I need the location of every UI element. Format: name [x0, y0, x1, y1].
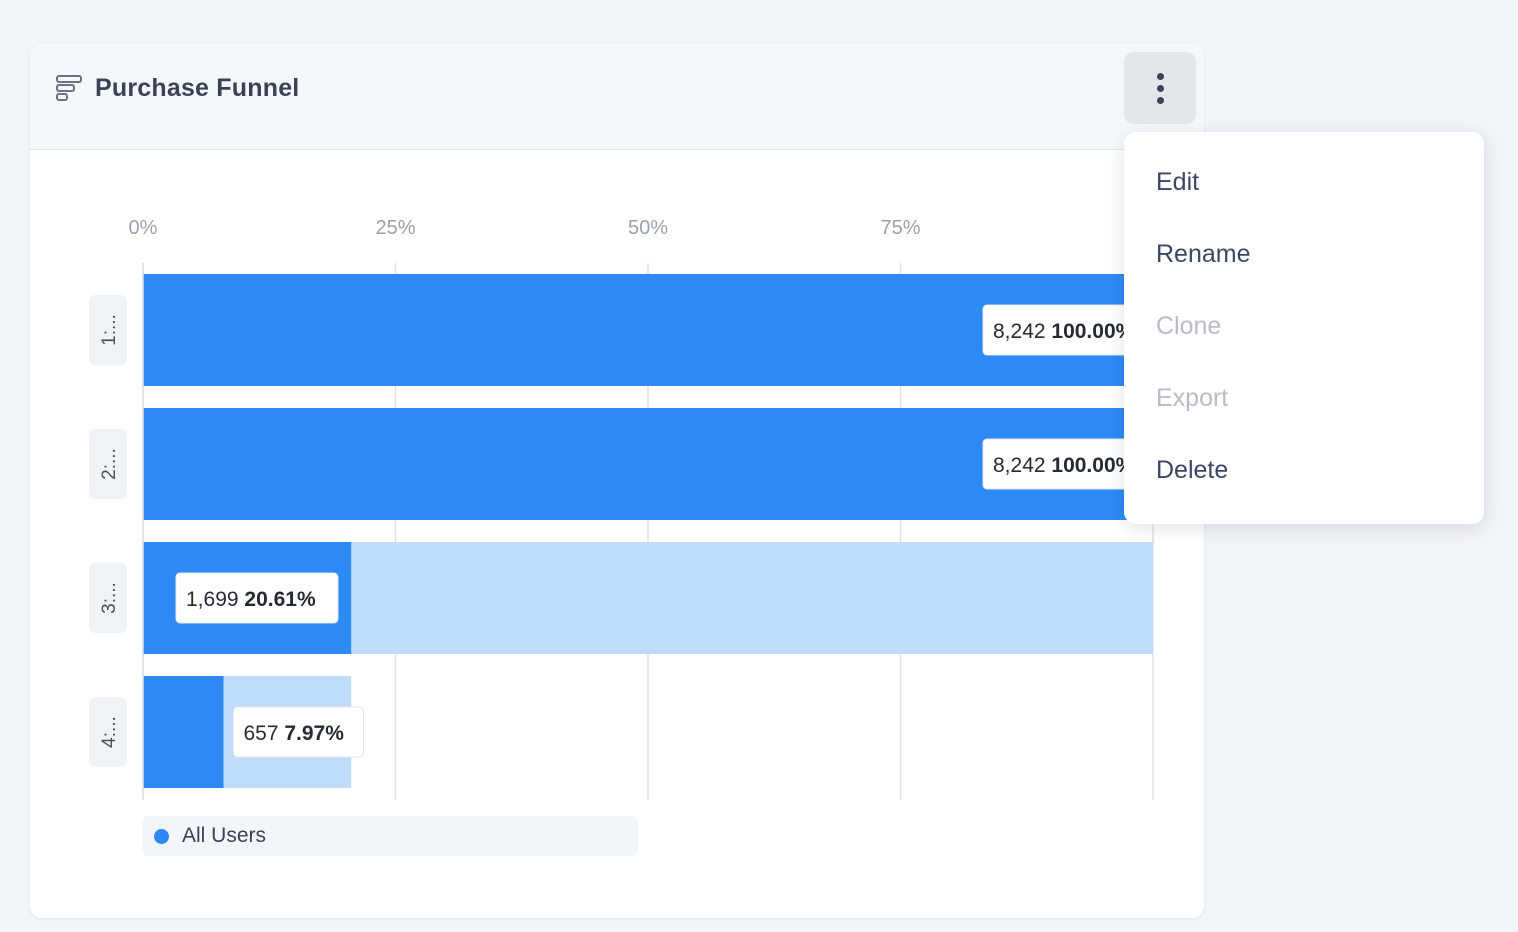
- menu-item-delete[interactable]: Delete: [1156, 454, 1228, 486]
- legend[interactable]: All Users: [142, 816, 638, 856]
- x-tick-label: 0%: [129, 217, 158, 239]
- value-percent: 100.00%: [1051, 454, 1134, 477]
- more-vertical-icon-dot-2: [1156, 84, 1164, 92]
- value-count: 8,242: [993, 320, 1051, 343]
- funnel-chart: 0%25%50%75%100%1:...8,242 100.00%2:...8,…: [30, 150, 1204, 910]
- legend-dot: [154, 828, 169, 844]
- value-label: 1,699 20.61%: [186, 588, 316, 611]
- funnel-icon: [55, 73, 85, 103]
- value-percent: 20.61%: [244, 588, 316, 611]
- more-options-button[interactable]: [1124, 52, 1196, 124]
- step-label: 4:...: [99, 716, 120, 748]
- funnel-bar: [143, 676, 224, 788]
- value-count: 8,242: [993, 454, 1051, 477]
- value-label: 657 7.97%: [243, 722, 344, 745]
- menu-item-edit[interactable]: Edit: [1156, 166, 1199, 198]
- menu-item-rename[interactable]: Rename: [1156, 238, 1251, 270]
- card-title: Purchase Funnel: [95, 74, 300, 102]
- value-count: 1,699: [186, 588, 244, 611]
- more-vertical-icon: [1156, 72, 1164, 80]
- options-menu: Edit Rename Clone Export Delete: [1124, 132, 1484, 524]
- step-label: 3:...: [99, 582, 120, 614]
- value-label: 8,242 100.00%: [993, 320, 1135, 343]
- menu-item-export: Export: [1156, 384, 1229, 412]
- more-vertical-icon-dot-3: [1156, 96, 1164, 104]
- card-header: Purchase Funnel: [30, 44, 1204, 150]
- step-label: 1:...: [99, 314, 120, 346]
- step-label: 2:...: [99, 448, 120, 480]
- menu-item-clone: Clone: [1156, 312, 1222, 340]
- funnel-card: Purchase Funnel 0%25%50%75%100%1:...8,24…: [30, 44, 1204, 918]
- value-label: 8,242 100.00%: [993, 454, 1135, 477]
- value-percent: 100.00%: [1051, 320, 1134, 343]
- value-percent: 7.97%: [284, 722, 344, 745]
- value-count: 657: [243, 722, 284, 745]
- funnel-chart-svg: 0%25%50%75%100%1:...8,242 100.00%2:...8,…: [89, 217, 1179, 800]
- x-tick-label: 25%: [375, 217, 415, 239]
- x-tick-label: 50%: [628, 217, 668, 239]
- legend-label: All Users: [182, 824, 267, 847]
- x-tick-label: 75%: [880, 217, 920, 239]
